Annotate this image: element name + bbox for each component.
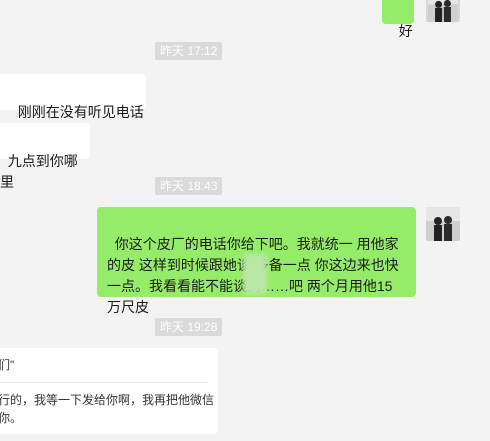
message-text: 好 xyxy=(398,23,413,39)
message-text: 刚刚在没有听见电话 xyxy=(17,104,144,120)
timestamp: 昨天 19:28 xyxy=(155,318,223,336)
message-text: 九点到你哪里 xyxy=(0,153,78,190)
message-bubble-outgoing[interactable]: 好 xyxy=(382,0,414,39)
quoted-text: 们" xyxy=(0,358,15,372)
timestamp: 昨天 18:43 xyxy=(155,177,223,195)
avatar[interactable] xyxy=(426,207,460,241)
timestamp: 昨天 17:12 xyxy=(155,42,223,60)
quote-divider xyxy=(0,382,208,383)
message-bubble-incoming-quote[interactable]: 们" 行的，我等一下发给你啊，我再把他微信 你。 xyxy=(0,348,218,434)
message-bubble-outgoing[interactable]: 你这个皮厂的电话你给下吧。我就统一 用他家的皮 这样到时候跟她谈 多备一点 你这… xyxy=(97,207,416,315)
message-bubble-incoming[interactable]: 刚刚在没有听见电话 xyxy=(0,74,146,120)
avatar-photo-icon xyxy=(428,0,458,22)
avatar-photo-icon xyxy=(426,207,460,241)
avatar[interactable] xyxy=(426,0,460,22)
redaction-blur xyxy=(243,254,267,294)
message-text: 行的，我等一下发给你啊，我再把他微信 你。 xyxy=(0,393,215,425)
message-bubble-incoming[interactable]: 九点到你哪里 xyxy=(0,123,90,190)
